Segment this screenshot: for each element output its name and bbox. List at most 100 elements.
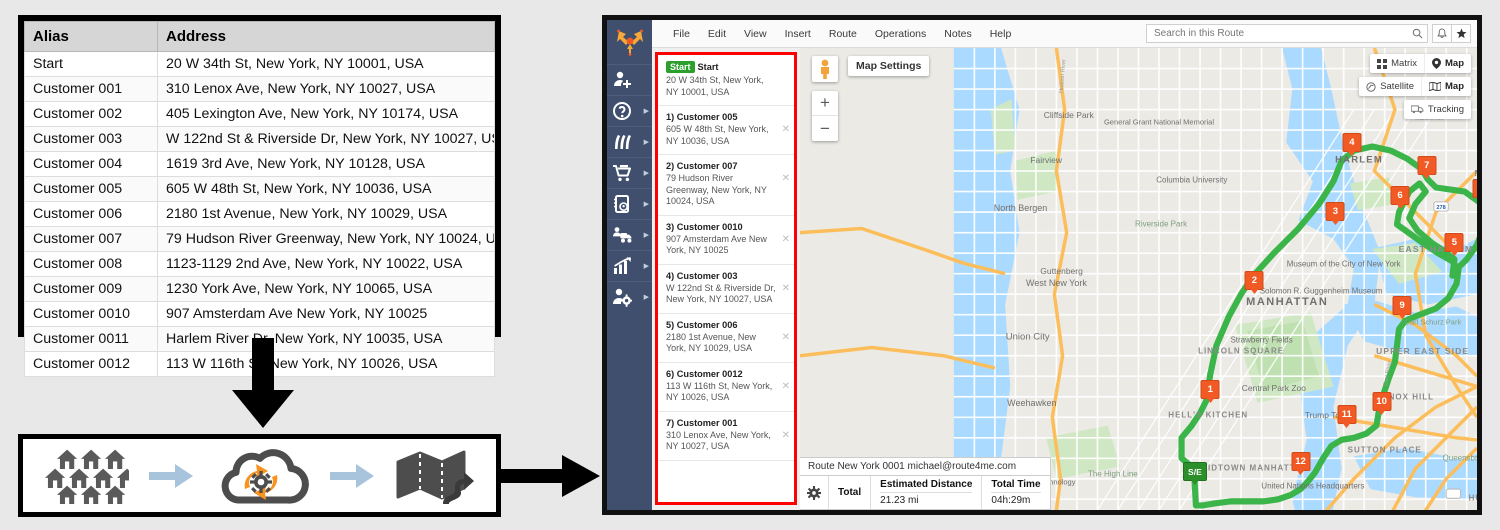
total-columns: Estimated Distance 21.23 mi Total Time 04h:…	[870, 476, 1049, 509]
rail-item-5[interactable]: ▶	[607, 219, 652, 250]
column-header-address: Address	[157, 21, 495, 52]
remove-stop-icon[interactable]: ✕	[782, 283, 790, 294]
map-pin-button[interactable]: Map	[1424, 54, 1471, 73]
rail-item-6[interactable]: ▶	[607, 250, 652, 281]
route-stop[interactable]: 2) Customer 007 79 Hudson River Greenway,…	[658, 155, 794, 216]
screenshot-root: Alias Address Start 20 W 34th St, New Yor…	[0, 0, 1500, 530]
star-icon[interactable]	[1451, 24, 1471, 43]
remove-stop-icon[interactable]: ✕	[782, 173, 790, 184]
tracking-button[interactable]: Tracking	[1404, 100, 1471, 119]
cell-address: 605 W 48th St, New York, NY 10036, USA	[157, 176, 495, 202]
zoom-in-button[interactable]: +	[812, 91, 838, 116]
rail-item-7[interactable]: ▶	[607, 281, 652, 312]
arrow-down-icon	[232, 338, 294, 428]
cell-address: 2180 1st Avenue, New York, NY 10029, USA	[157, 201, 495, 227]
search-box[interactable]	[1146, 24, 1428, 43]
rail-item-2[interactable]: ▶	[607, 126, 652, 157]
map-marker-1[interactable]: 1	[1200, 379, 1220, 399]
route-stop[interactable]: 4) Customer 003 W 122nd St & Riverside Dr…	[658, 265, 794, 314]
stop-address: 907 Amsterdam Ave New York, NY 10025	[666, 233, 767, 256]
map-marker-3[interactable]: 3	[1325, 202, 1345, 222]
map-marker-10[interactable]: 10	[1372, 391, 1392, 411]
route4me-app-window: ▶ ▶ ▶ ▶ ▶ ▶ ▶ File Edit View Insert Route Operation…	[602, 15, 1482, 515]
search-input[interactable]	[1154, 28, 1412, 39]
map-marker-6[interactable]: 6	[1390, 185, 1410, 205]
menu-item-route[interactable]: Route	[820, 24, 866, 44]
cell-alias: Customer 007	[24, 226, 158, 252]
rail-item-1[interactable]: ▶	[607, 95, 652, 126]
map-area[interactable]: Hudson River East River Harlem Riv 278	[800, 48, 1477, 510]
route4me-logo-icon[interactable]	[607, 20, 652, 64]
arrow-right-icon	[500, 455, 600, 497]
menu-item-operations[interactable]: Operations	[866, 24, 935, 44]
table-row: Customer 002 405 Lexington Ave, New York,…	[24, 101, 495, 127]
map-view-button[interactable]: Map	[1421, 77, 1471, 96]
map-marker-9[interactable]: 9	[1392, 295, 1412, 315]
arrow-right-icon	[330, 463, 375, 488]
route-stop[interactable]: 6) Customer 0012 113 W 116th St, New York…	[658, 363, 794, 412]
cell-alias: Customer 0010	[24, 301, 158, 327]
menu-item-notes[interactable]: Notes	[935, 24, 980, 44]
total-label: Total	[838, 487, 862, 498]
cart-icon	[613, 165, 631, 182]
app-main: File Edit View Insert Route Operations Notes He…	[652, 20, 1477, 510]
stop-address: 79 Hudson River Greenway, New York, NY 1…	[666, 173, 767, 207]
route-stop[interactable]: 3) Customer 0010 907 Amsterdam Ave New Yo…	[658, 216, 794, 265]
map-marker-2[interactable]: 2	[1244, 270, 1264, 290]
map-marker-5[interactable]: 5	[1444, 233, 1464, 253]
cell-alias: Start	[24, 51, 158, 77]
remove-stop-icon[interactable]: ✕	[782, 124, 790, 135]
table-row: Customer 0010 907 Amsterdam Ave New York,…	[24, 301, 495, 327]
route-stop[interactable]: 7) Customer 001 310 Lenox Ave, New York, …	[658, 412, 794, 461]
stop-address: 2180 1st Avenue, New York, NY 10029, USA	[666, 331, 756, 354]
stop-label: Start	[697, 62, 719, 72]
remove-stop-icon[interactable]: ✕	[782, 381, 790, 392]
map-marker-11[interactable]: 11	[1337, 404, 1357, 424]
column-header-alias: Alias	[24, 21, 158, 52]
zoom-controls[interactable]: + −	[812, 91, 838, 141]
menu-item-view[interactable]: View	[735, 24, 776, 44]
menu-bar: File Edit View Insert Route Operations Notes He…	[652, 20, 1477, 48]
map-marker-12[interactable]: 12	[1291, 452, 1311, 472]
address-table-panel: Alias Address Start 20 W 34th St, New Yor…	[18, 15, 501, 377]
search-icon[interactable]	[1412, 28, 1423, 39]
cell-alias: Customer 003	[24, 126, 158, 152]
cell-alias: Customer 0011	[24, 326, 158, 352]
stop-address: 605 W 48th St, New York, NY 10036, USA	[666, 124, 769, 146]
route-stop[interactable]: Start Start 20 W 34th St, New York, NY 100…	[658, 55, 794, 107]
remove-stop-icon[interactable]: ✕	[782, 430, 790, 441]
table-row: Start 20 W 34th St, New York, NY 10001, U…	[24, 51, 495, 77]
rail-item-3[interactable]: ▶	[607, 157, 652, 188]
menu-item-insert[interactable]: Insert	[776, 24, 820, 44]
zoom-out-button[interactable]: −	[812, 116, 838, 141]
route-stop[interactable]: 1) Customer 005 605 W 48th St, New York, …	[658, 106, 794, 156]
stop-label: 7) Customer 001	[666, 417, 738, 428]
rail-item-0[interactable]	[607, 64, 652, 95]
remove-stop-icon[interactable]: ✕	[782, 234, 790, 245]
map-button-row-1: Matrix Map	[1370, 54, 1471, 73]
gear-icon[interactable]	[800, 476, 828, 509]
stop-label: 3) Customer 0010	[666, 221, 743, 232]
route-stop[interactable]: 5) Customer 006 2180 1st Avenue, New York…	[658, 314, 794, 363]
pegman-icon[interactable]	[812, 56, 838, 82]
matrix-button[interactable]: Matrix	[1370, 54, 1424, 73]
bell-icon[interactable]	[1432, 24, 1452, 43]
total-column: Total Time 04h:29m	[981, 476, 1049, 509]
table-row: Customer 005 605 W 48th St, New York, NY …	[24, 176, 495, 202]
stop-title: 7) Customer 001	[666, 418, 787, 428]
menu-item-help[interactable]: Help	[981, 24, 1021, 44]
rail-item-4[interactable]: ▶	[607, 188, 652, 219]
route-stop-list[interactable]: Start Start 20 W 34th St, New York, NY 100…	[655, 52, 797, 505]
map-button-row-3: Tracking	[1403, 100, 1471, 119]
map-marker-4[interactable]: 4	[1342, 133, 1362, 153]
total-column-header: Estimated Distance	[880, 479, 973, 490]
map-settings-button[interactable]: Map Settings	[848, 56, 930, 76]
satellite-button[interactable]: Satellite	[1359, 77, 1421, 96]
menu-item-file[interactable]: File	[664, 24, 699, 44]
menu-item-edit[interactable]: Edit	[699, 24, 735, 44]
map-marker-7[interactable]: 7	[1417, 155, 1437, 175]
map-marker-8[interactable]: 8	[1472, 178, 1477, 198]
cell-address: 1123-1129 2nd Ave, New York, NY 10022, U…	[157, 251, 495, 277]
map-marker-start-end[interactable]: S/E	[1182, 462, 1207, 482]
remove-stop-icon[interactable]: ✕	[782, 332, 790, 343]
